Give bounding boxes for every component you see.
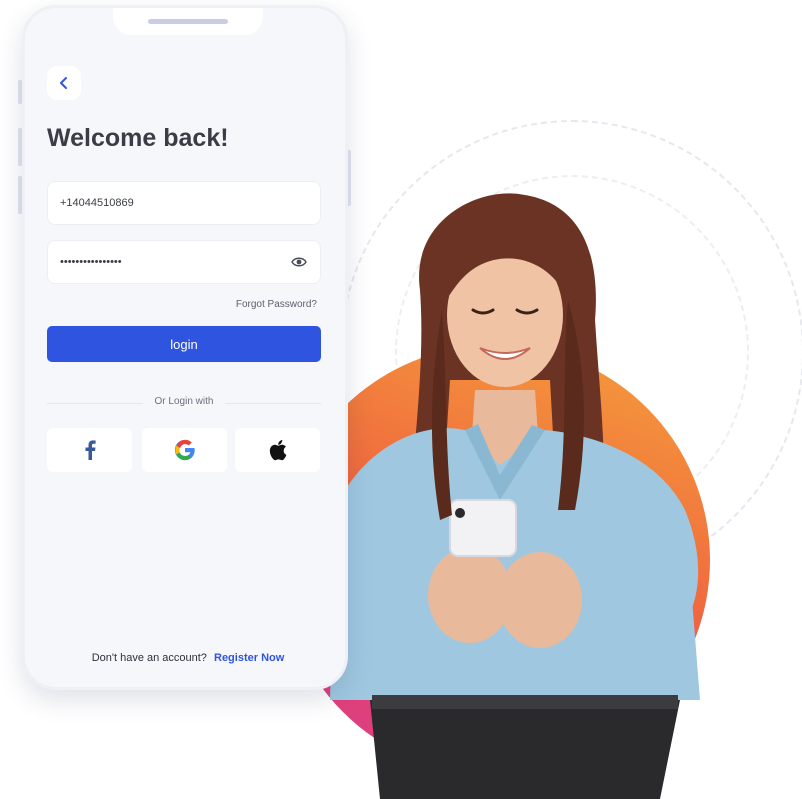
password-field[interactable] — [47, 240, 321, 284]
divider-line-right — [225, 403, 321, 404]
forgot-password-link[interactable]: Forgot Password? — [236, 299, 317, 310]
eye-icon — [291, 257, 307, 267]
apple-login-button[interactable] — [235, 428, 320, 472]
login-button[interactable]: login — [47, 326, 321, 362]
page-title: Welcome back! — [47, 124, 229, 152]
woman-with-phone-illustration — [323, 193, 700, 799]
phone-mockup: Welcome back! Forgot Password? login Or … — [22, 5, 348, 690]
google-icon — [174, 439, 195, 461]
facebook-login-button[interactable] — [47, 428, 132, 472]
facebook-icon — [85, 440, 96, 460]
apple-icon — [269, 440, 286, 461]
or-login-divider: Or Login with — [47, 396, 321, 410]
phone-input[interactable] — [60, 182, 280, 224]
or-login-with-text: Or Login with — [154, 396, 214, 407]
phone-field[interactable] — [47, 181, 321, 225]
back-button[interactable] — [47, 66, 81, 100]
chevron-left-icon — [60, 77, 67, 89]
register-row: Don't have an account? Register Now — [25, 652, 345, 664]
google-login-button[interactable] — [142, 428, 227, 472]
register-now-link[interactable]: Register Now — [214, 652, 284, 664]
password-input[interactable] — [60, 241, 280, 283]
phone-notch — [113, 8, 263, 35]
password-toggle-button[interactable] — [290, 254, 308, 270]
phone-speaker — [148, 19, 228, 24]
no-account-text: Don't have an account? — [91, 652, 207, 664]
